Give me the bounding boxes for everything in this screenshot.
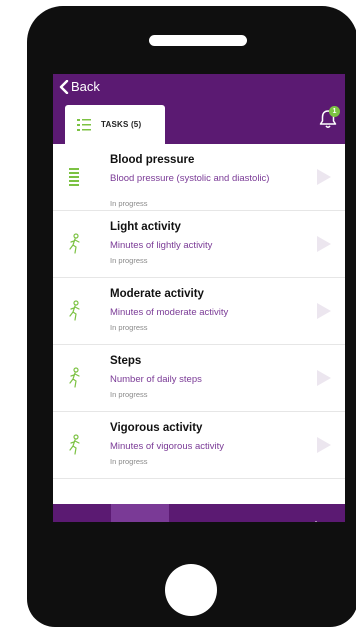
- nav-settings[interactable]: [287, 504, 345, 522]
- home-icon: [81, 521, 83, 522]
- tasks-list-icon: [129, 520, 151, 523]
- running-person-icon: [69, 300, 80, 321]
- task-row-vigorous-activity[interactable]: Vigorous activity Minutes of vigorous ac…: [53, 412, 345, 479]
- task-row-moderate-activity[interactable]: Moderate activity Minutes of moderate ac…: [53, 278, 345, 345]
- tab-bar: TASKS (5) 1: [53, 104, 345, 144]
- task-status: In progress: [110, 390, 148, 399]
- nav-profile[interactable]: [170, 504, 228, 522]
- notifications-button[interactable]: 1: [317, 106, 340, 130]
- task-description: Blood pressure (systolic and diastolic): [110, 173, 270, 184]
- task-description: Number of daily steps: [110, 374, 202, 385]
- task-row-blood-pressure[interactable]: Blood pressure Blood pressure (systolic …: [53, 144, 345, 211]
- profile-icon: [197, 521, 201, 522]
- task-title: Vigorous activity: [110, 422, 203, 434]
- task-description: Minutes of moderate activity: [110, 307, 229, 318]
- back-label: Back: [71, 79, 100, 94]
- chevron-left-icon: [59, 79, 69, 94]
- play-arrow-icon[interactable]: [316, 369, 332, 387]
- task-row-steps[interactable]: Steps Number of daily steps In progress: [53, 345, 345, 412]
- task-list: Blood pressure Blood pressure (systolic …: [53, 144, 345, 479]
- task-status: In progress: [110, 457, 148, 466]
- list-icon: [69, 168, 79, 186]
- app-screen: Back TASKS (5) 1 Blood pressure Blood pr…: [53, 74, 345, 522]
- running-person-icon: [69, 434, 80, 455]
- running-person-icon: [69, 233, 80, 254]
- tab-tasks-label: TASKS (5): [101, 120, 142, 129]
- top-bar: Back: [53, 74, 345, 104]
- tab-tasks[interactable]: TASKS (5): [65, 105, 165, 144]
- play-arrow-icon[interactable]: [316, 436, 332, 454]
- task-title: Blood pressure: [110, 154, 195, 166]
- play-arrow-icon[interactable]: [316, 168, 332, 186]
- running-person-icon: [69, 367, 80, 388]
- task-status: In progress: [110, 199, 148, 208]
- play-arrow-icon[interactable]: [316, 235, 332, 253]
- task-row-light-activity[interactable]: Light activity Minutes of lightly activi…: [53, 211, 345, 278]
- list-icon: [77, 118, 91, 131]
- play-arrow-icon[interactable]: [316, 302, 332, 320]
- task-title: Steps: [110, 355, 142, 367]
- nav-tasks[interactable]: [111, 504, 169, 522]
- nav-messages[interactable]: [228, 504, 286, 522]
- phone-home-button[interactable]: [165, 564, 217, 616]
- task-status: In progress: [110, 323, 148, 332]
- back-button[interactable]: Back: [59, 79, 100, 94]
- task-description: Minutes of vigorous activity: [110, 441, 225, 452]
- chat-icon: [248, 521, 266, 522]
- task-title: Moderate activity: [110, 288, 204, 300]
- settings-gear-icon: [314, 520, 318, 522]
- task-title: Light activity: [110, 221, 181, 233]
- nav-home[interactable]: [53, 504, 111, 522]
- phone-speaker: [149, 35, 247, 46]
- bottom-nav: [53, 504, 345, 522]
- task-description: Minutes of lightly activity: [110, 240, 213, 251]
- task-status: In progress: [110, 256, 148, 265]
- notification-badge: 1: [329, 106, 340, 117]
